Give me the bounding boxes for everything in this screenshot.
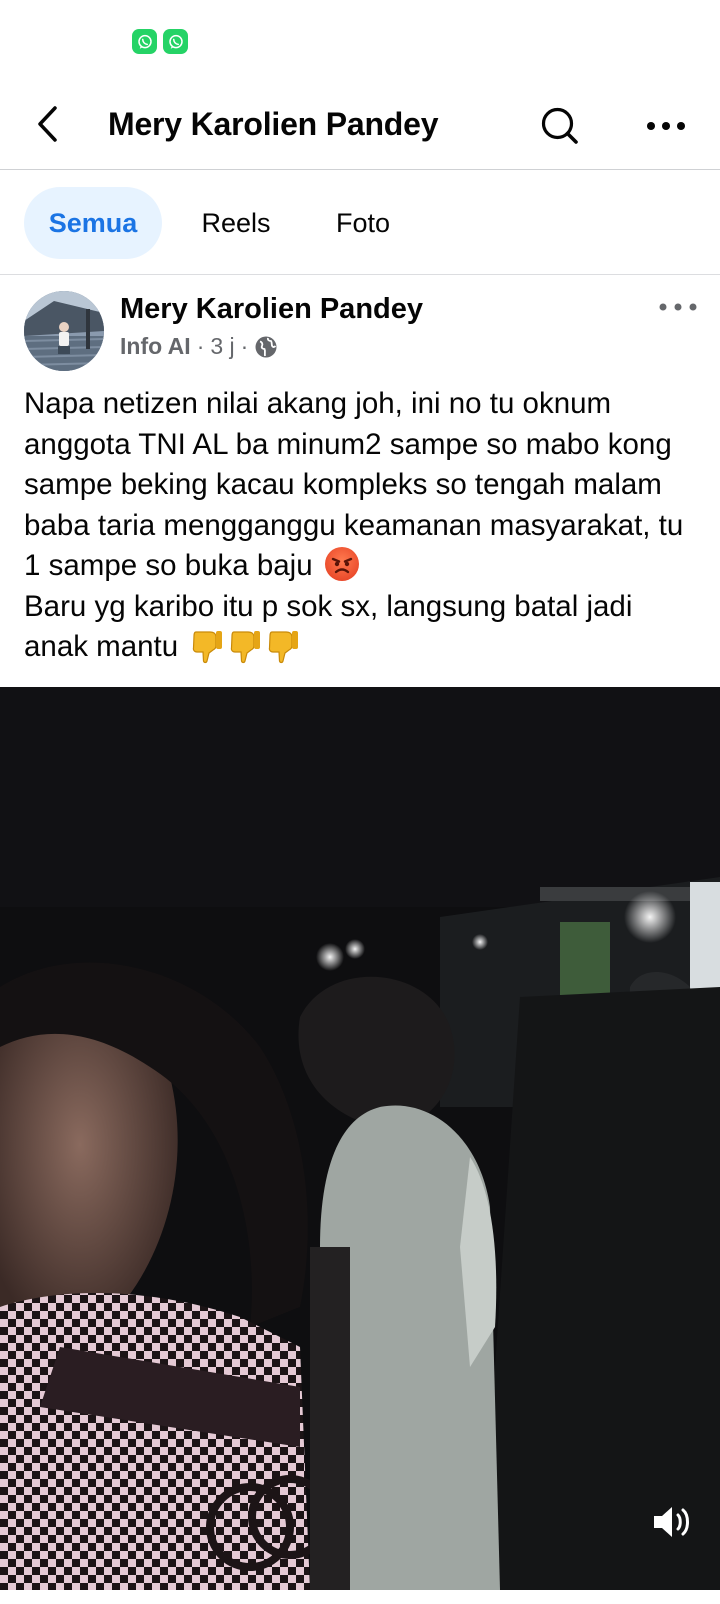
post-header: Mery Karolien Pandey Info AI · 3 j · [0, 275, 720, 375]
status-bar [0, 0, 720, 80]
tab-reels[interactable]: Reels [186, 187, 286, 259]
post-more-button[interactable] [650, 289, 706, 325]
top-app-bar: Mery Karolien Pandey [0, 80, 720, 170]
more-icon [659, 303, 697, 311]
more-icon [647, 122, 685, 130]
angry-face-emoji [324, 547, 359, 581]
post-text-line-2: Baru yg karibo itu p sok sx, langsung ba… [24, 589, 633, 664]
tab-semua[interactable]: Semua [24, 187, 162, 259]
info-badge[interactable]: Info AI [120, 333, 191, 360]
meta-separator: · [240, 333, 249, 359]
meta-separator: · [196, 333, 205, 359]
filter-tabs: Semua Reels Foto [0, 170, 720, 275]
post-meta: Info AI · 3 j · [120, 333, 278, 360]
more-options-button[interactable] [640, 102, 692, 150]
avatar[interactable] [24, 291, 104, 371]
globe-icon [255, 336, 277, 357]
back-arrow-icon [38, 106, 57, 142]
thumbs-down-emoji [266, 628, 300, 664]
page-title: Mery Karolien Pandey [108, 106, 439, 142]
post-video[interactable] [0, 687, 720, 1590]
post-text: Napa netizen nilai akang joh, ini no tu … [24, 384, 704, 668]
thumbs-down-emoji [190, 628, 224, 664]
back-button[interactable] [28, 100, 68, 148]
whatsapp-icon [132, 29, 157, 54]
thumbs-down-emoji [228, 628, 262, 664]
volume-icon [654, 1507, 689, 1537]
volume-button[interactable] [650, 1499, 696, 1545]
video-frame [0, 687, 720, 1590]
whatsapp-icon [163, 29, 188, 54]
post-timestamp[interactable]: 3 j [210, 333, 234, 360]
search-icon [541, 107, 578, 144]
post-author-name[interactable]: Mery Karolien Pandey [120, 293, 423, 326]
tab-foto[interactable]: Foto [318, 187, 408, 259]
search-button[interactable] [536, 102, 584, 150]
